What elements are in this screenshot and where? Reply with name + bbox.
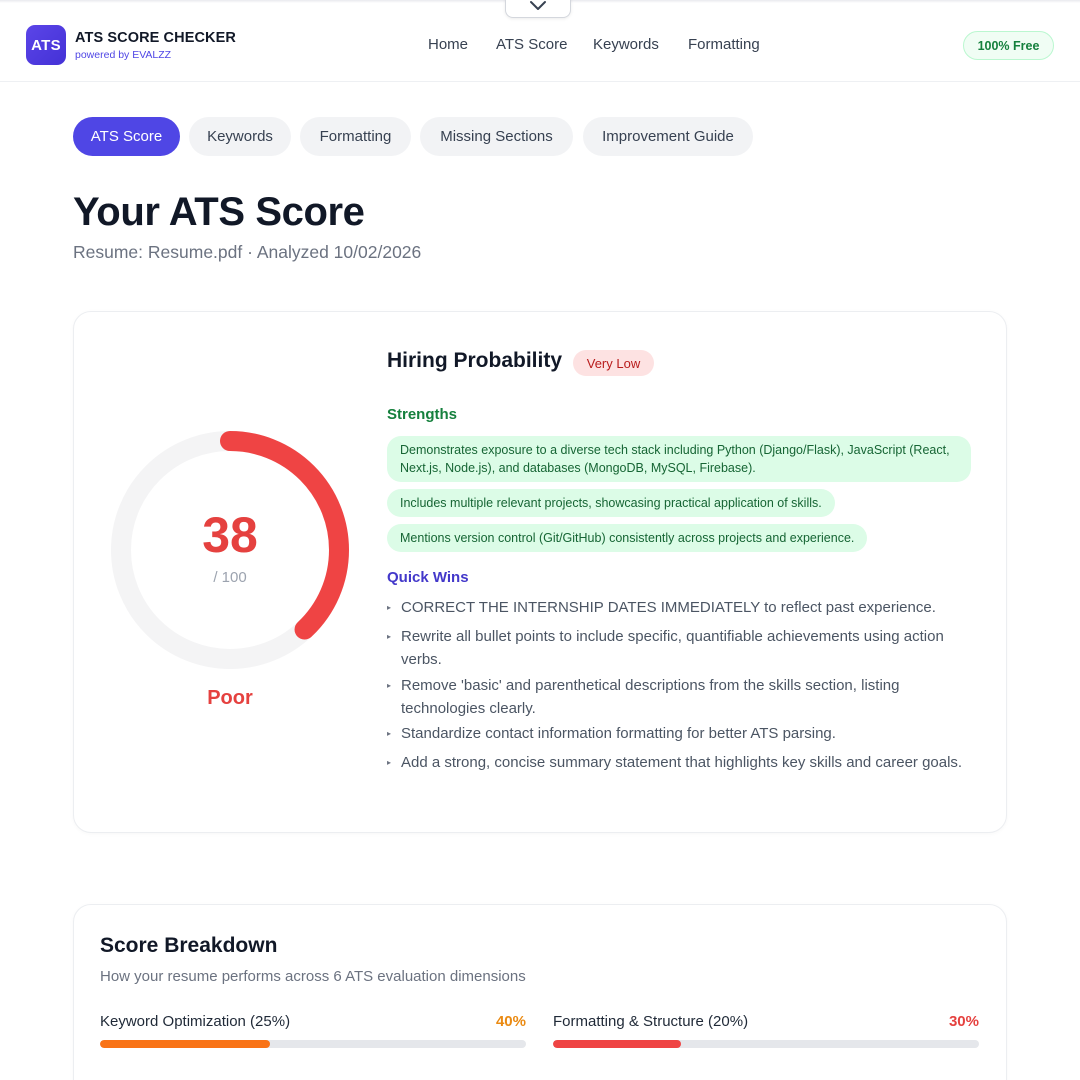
strength-item: Includes multiple relevant projects, sho… [387, 489, 835, 517]
tab-keywords[interactable]: Keywords [189, 117, 291, 156]
quick-win-item: ▸ Standardize contact information format… [387, 723, 977, 746]
quick-win-item: ▸ Remove 'basic' and parenthetical descr… [387, 675, 977, 720]
quick-win-item: ▸ Add a strong, concise summary statemen… [387, 752, 977, 775]
metric-value: 30% [948, 1013, 979, 1030]
hiring-probability-badge: Very Low [573, 350, 654, 376]
breakdown-title: Score Breakdown [100, 934, 278, 957]
breakdown-subtitle: How your resume performs across 6 ATS ev… [100, 968, 526, 985]
tab-formatting[interactable]: Formatting [300, 117, 411, 156]
page-title: Your ATS Score [73, 190, 365, 234]
bullet-icon: ▸ [387, 758, 392, 767]
metric-progress-fill [553, 1040, 681, 1048]
score-breakdown-card [73, 904, 1007, 1080]
collapse-toggle[interactable] [505, 0, 571, 18]
strength-item: Mentions version control (Git/GitHub) co… [387, 524, 868, 552]
strengths-label: Strengths [387, 406, 458, 423]
tab-ats-score[interactable]: ATS Score [73, 117, 180, 156]
strength-item: Demonstrates exposure to a diverse tech … [387, 436, 971, 482]
metric-value: 40% [495, 1013, 526, 1030]
hiring-probability-title: Hiring Probability [387, 349, 563, 372]
score-max: / 100 [213, 569, 247, 586]
page-subtitle: Resume: Resume.pdf · Analyzed 10/02/2026 [73, 242, 422, 262]
bullet-icon: ▸ [387, 681, 392, 690]
brand-title: ATS SCORE CHECKER [75, 30, 236, 46]
bullet-icon: ▸ [387, 632, 392, 641]
tab-missing-sections[interactable]: Missing Sections [420, 117, 573, 156]
quick-win-item: ▸ CORRECT THE INTERNSHIP DATES IMMEDIATE… [387, 597, 977, 620]
tab-improvement-guide[interactable]: Improvement Guide [583, 117, 753, 156]
score-rating: Poor [207, 687, 253, 709]
quick-win-item: ▸ Rewrite all bullet points to include s… [387, 626, 977, 671]
brand-subtitle: powered by EVALZZ [75, 49, 172, 61]
metric-progress-track [553, 1040, 979, 1048]
logo[interactable]: ATS [26, 25, 66, 65]
quick-win-text: Standardize contact information formatti… [401, 725, 836, 742]
metric-name: Formatting & Structure (20%) [553, 1013, 749, 1030]
chevron-down-icon [530, 0, 546, 10]
bullet-icon: ▸ [387, 729, 392, 738]
nav-ats-score[interactable]: ATS Score [496, 36, 567, 53]
free-badge: 100% Free [963, 31, 1054, 60]
quick-win-text: Remove 'basic' and parenthetical descrip… [401, 677, 900, 717]
score-value: 38 [202, 507, 258, 563]
metric-progress-track [100, 1040, 526, 1048]
nav-home[interactable]: Home [428, 36, 468, 53]
bullet-icon: ▸ [387, 603, 392, 612]
metric-progress-fill [100, 1040, 271, 1048]
nav-keywords[interactable]: Keywords [593, 36, 659, 53]
quick-win-text: Add a strong, concise summary statement … [401, 754, 963, 771]
quick-wins-label: Quick Wins [387, 569, 469, 586]
quick-win-text: Rewrite all bullet points to include spe… [401, 628, 944, 668]
nav-formatting[interactable]: Formatting [688, 36, 760, 53]
metric-name: Keyword Optimization (25%) [100, 1013, 291, 1030]
quick-win-text: CORRECT THE INTERNSHIP DATES IMMEDIATELY… [401, 599, 936, 616]
